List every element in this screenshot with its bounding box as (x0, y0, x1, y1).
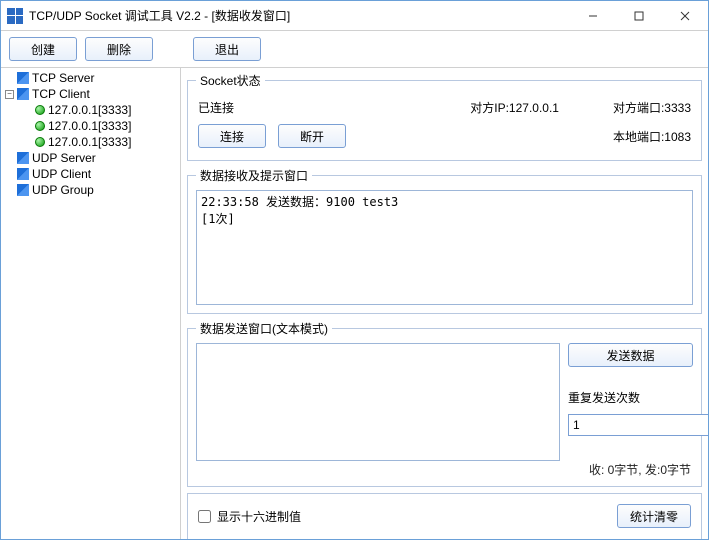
send-textarea[interactable] (196, 343, 560, 461)
client-icon (17, 88, 29, 100)
connection-state: 已连接 (198, 99, 278, 116)
bottom-group: 显示十六进制值 统计清零 (187, 493, 702, 539)
recv-legend: 数据接收及提示窗口 (196, 167, 312, 184)
send-group: 数据发送窗口(文本模式) 发送数据 重复发送次数 收: 0字节, 发:0字节 (187, 320, 702, 487)
hex-checkbox-input[interactable] (198, 510, 211, 523)
repeat-select[interactable] (568, 414, 693, 436)
exit-button[interactable]: 退出 (193, 37, 261, 61)
maximize-button[interactable] (616, 1, 662, 30)
tree-label: 127.0.0.1[3333] (48, 135, 131, 149)
recv-log[interactable]: 22:33:58 发送数据：9100 test3 [1次] (196, 190, 693, 305)
tree-label: UDP Client (32, 167, 91, 181)
minimize-button[interactable] (570, 1, 616, 30)
tree-node-udp-server[interactable]: UDP Server (3, 150, 178, 166)
peer-ip-label: 对方IP:127.0.0.1 (470, 99, 559, 116)
byte-stats: 收: 0字节, 发:0字节 (196, 461, 693, 478)
connect-button[interactable]: 连接 (198, 124, 266, 148)
window-controls (570, 1, 708, 30)
tree-node-connection[interactable]: 127.0.0.1[3333] (3, 134, 178, 150)
connected-icon (35, 121, 45, 131)
app-icon (7, 8, 23, 24)
connected-icon (35, 105, 45, 115)
app-window: TCP/UDP Socket 调试工具 V2.2 - [数据收发窗口] 创建 删… (0, 0, 709, 540)
local-port-label: 本地端口:1083 (613, 128, 691, 145)
send-controls: 发送数据 重复发送次数 (568, 343, 693, 461)
titlebar: TCP/UDP Socket 调试工具 V2.2 - [数据收发窗口] (1, 1, 708, 31)
socket-status-group: Socket状态 已连接 对方IP:127.0.0.1 对方端口:3333 连接… (187, 72, 702, 161)
titlebar-text: TCP/UDP Socket 调试工具 V2.2 - [数据收发窗口] (29, 7, 570, 24)
tree-node-tcp-client[interactable]: − TCP Client (3, 86, 178, 102)
server-icon (17, 72, 29, 84)
tree-label: UDP Group (32, 183, 94, 197)
send-button[interactable]: 发送数据 (568, 343, 693, 367)
hex-checkbox-label: 显示十六进制值 (217, 508, 301, 525)
disconnect-button[interactable]: 断开 (278, 124, 346, 148)
hex-checkbox[interactable]: 显示十六进制值 (198, 508, 301, 525)
client-icon (17, 168, 29, 180)
tree-node-udp-group[interactable]: UDP Group (3, 182, 178, 198)
tree-label: TCP Server (32, 71, 94, 85)
body: TCP Server − TCP Client 127.0.0.1[3333] 1… (1, 68, 708, 539)
main-panel: Socket状态 已连接 对方IP:127.0.0.1 对方端口:3333 连接… (181, 68, 708, 539)
stats-clear-button[interactable]: 统计清零 (617, 504, 691, 528)
close-button[interactable] (662, 1, 708, 30)
create-button[interactable]: 创建 (9, 37, 77, 61)
tree-node-udp-client[interactable]: UDP Client (3, 166, 178, 182)
socket-status-legend: Socket状态 (196, 72, 265, 89)
tree-node-tcp-server[interactable]: TCP Server (3, 70, 178, 86)
repeat-input[interactable] (568, 414, 708, 436)
delete-button[interactable]: 删除 (85, 37, 153, 61)
server-icon (17, 152, 29, 164)
tree-label: TCP Client (32, 87, 90, 101)
tree-node-connection[interactable]: 127.0.0.1[3333] (3, 118, 178, 134)
group-icon (17, 184, 29, 196)
toolbar: 创建 删除 退出 (1, 31, 708, 68)
recv-group: 数据接收及提示窗口 22:33:58 发送数据：9100 test3 [1次] (187, 167, 702, 314)
sidebar-tree[interactable]: TCP Server − TCP Client 127.0.0.1[3333] 1… (1, 68, 181, 539)
tree-label: UDP Server (32, 151, 96, 165)
repeat-label: 重复发送次数 (568, 389, 693, 406)
send-legend: 数据发送窗口(文本模式) (196, 320, 332, 337)
tree-label: 127.0.0.1[3333] (48, 119, 131, 133)
connected-icon (35, 137, 45, 147)
tree-label: 127.0.0.1[3333] (48, 103, 131, 117)
tree-node-connection[interactable]: 127.0.0.1[3333] (3, 102, 178, 118)
collapse-icon[interactable]: − (5, 90, 14, 99)
peer-port-label: 对方端口:3333 (613, 99, 691, 116)
